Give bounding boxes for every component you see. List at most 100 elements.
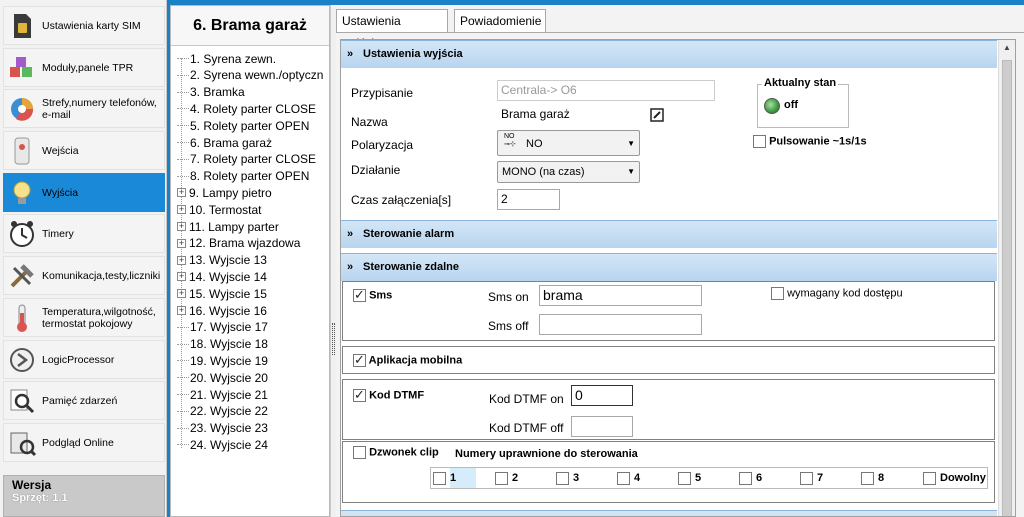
dtmf-on-label: Kod DTMF on (489, 392, 564, 406)
access-code-checkbox-box[interactable] (771, 287, 784, 300)
tree-item[interactable]: 24. Wyjscie 24 (177, 436, 268, 453)
tab-output-settings[interactable]: Ustawienia wyjścia (336, 9, 448, 50)
pulse-checkbox[interactable]: Pulsowanie ~1s/1s (753, 135, 867, 148)
mobile-app-checkbox-box[interactable] (353, 352, 366, 368)
dtmf-on-field[interactable]: 0 (571, 385, 633, 406)
tree-item[interactable]: +14. Wyjscie 14 (177, 268, 267, 285)
tree-item[interactable]: 17. Wyjscie 17 (177, 319, 268, 336)
clip-checkbox[interactable]: Dzwonek clip (353, 446, 439, 459)
on-time-field[interactable]: 2 (497, 189, 560, 210)
tree-item[interactable]: +9. Lampy pietro (177, 184, 272, 201)
authorized-number-8[interactable]: 8 (861, 468, 884, 488)
pulse-checkbox-box[interactable] (753, 135, 766, 148)
tree-item[interactable]: 21. Wyjscie 21 (177, 386, 268, 403)
authorized-number-6[interactable]: 6 (739, 468, 762, 488)
tree-item[interactable]: 8. Rolety parter OPEN (177, 168, 309, 185)
dtmf-checkbox[interactable]: Kod DTMF (353, 387, 424, 403)
tree-item[interactable]: 23. Wyjscie 23 (177, 420, 268, 437)
tree-item[interactable]: +10. Termostat (177, 201, 261, 218)
sidebar-item-communication[interactable]: Komunikacja,testy,liczniki (3, 256, 165, 295)
magnifier-icon (4, 383, 40, 419)
tree-item-label: 6. Brama garaż (190, 135, 273, 150)
authorized-number-7[interactable]: 7 (800, 468, 823, 488)
sms-checkbox-box[interactable] (353, 287, 366, 303)
tree-item[interactable]: +12. Brama wjazdowa (177, 235, 300, 252)
sidebar-item-temperature[interactable]: Temperatura,wilgotność, termostat pokojo… (3, 298, 165, 337)
tab-notification[interactable]: Powiadomienie (454, 9, 546, 33)
sidebar-item-modules[interactable]: Moduły,panele TPR (3, 48, 165, 87)
scrollbar-thumb[interactable] (1002, 60, 1012, 516)
current-state-title: Aktualny stan (762, 77, 839, 89)
tree-item[interactable]: +13. Wyjscie 13 (177, 252, 267, 269)
tree-item-label: 15. Wyjscie 15 (189, 286, 267, 301)
sidebar-item-logicprocessor[interactable]: LogicProcessor (3, 340, 165, 379)
authorized-number-1[interactable]: 1 (433, 468, 493, 488)
tools-icon (4, 258, 40, 294)
access-code-checkbox[interactable]: wymagany kod dostępu (771, 287, 903, 300)
expand-plus-icon[interactable]: + (177, 272, 186, 282)
sidebar-item-online-preview[interactable]: Podgląd Online (3, 423, 165, 462)
tree-item[interactable]: 7. Rolety parter CLOSE (177, 151, 316, 168)
sidebar-item-timers[interactable]: Timery (3, 214, 165, 253)
tree-item[interactable]: 20. Wyjscie 20 (177, 369, 268, 386)
section-header-next[interactable] (341, 510, 997, 516)
chevron-down-icon: ▼ (627, 139, 635, 148)
expand-plus-icon[interactable]: + (177, 238, 186, 248)
tree-item[interactable]: 6. Brama garaż (177, 134, 272, 151)
tree-item[interactable]: 22. Wyjscie 22 (177, 403, 268, 420)
dtmf-checkbox-box[interactable] (353, 387, 366, 403)
sidebar-item-inputs[interactable]: Wejścia (3, 131, 165, 170)
mobile-app-box: Aplikacja mobilna (342, 346, 995, 374)
tree-item[interactable]: +16. Wyjscie 16 (177, 302, 267, 319)
expand-plus-icon[interactable]: + (177, 306, 186, 315)
version-panel: Wersja Sprzęt: 1.1 (3, 475, 165, 517)
name-field[interactable]: Brama garaż (497, 104, 643, 125)
tree-item[interactable]: 2. Syrena wewn./optyczn (177, 67, 323, 84)
tree-item[interactable]: 18. Wyjscie 18 (177, 336, 268, 353)
expand-plus-icon[interactable]: + (177, 205, 186, 215)
sidebar-item-outputs[interactable]: Wyjścia (3, 173, 165, 212)
tree-item[interactable]: 3. Bramka (177, 84, 245, 101)
splitter-grip[interactable] (332, 323, 335, 355)
authorized-number-5[interactable]: 5 (678, 468, 701, 488)
section-header-output-settings[interactable]: » Ustawienia wyjścia (341, 40, 997, 68)
authorized-number-4[interactable]: 4 (617, 468, 640, 488)
sms-off-field[interactable] (539, 314, 702, 335)
section-header-remote-control[interactable]: » Sterowanie zdalne (341, 253, 997, 281)
tree-item[interactable]: 19. Wyjscie 19 (177, 352, 268, 369)
scroll-up-icon[interactable]: ▲ (1001, 42, 1013, 54)
tree-item-label: 10. Termostat (189, 202, 262, 217)
dtmf-off-field[interactable] (571, 416, 633, 437)
expand-plus-icon[interactable]: + (177, 289, 186, 299)
expand-plus-icon[interactable]: + (177, 255, 186, 265)
sms-checkbox[interactable]: Sms (353, 287, 392, 303)
mobile-app-checkbox[interactable]: Aplikacja mobilna (353, 352, 462, 368)
tree-item-label: 13. Wyjscie 13 (189, 253, 267, 268)
section-header-alarm-control[interactable]: » Sterowanie alarm (341, 220, 997, 248)
expand-plus-icon[interactable]: + (177, 188, 186, 198)
tree-item[interactable]: 4. Rolety parter CLOSE (177, 100, 316, 117)
sidebar-item-sim-card[interactable]: Ustawienia karty SIM (3, 6, 165, 45)
edit-icon[interactable] (650, 108, 664, 125)
content-scrollbar[interactable]: ▲ (998, 40, 1015, 516)
tree-item[interactable]: +11. Lampy parter (177, 218, 279, 235)
authorized-number-3[interactable]: 3 (556, 468, 579, 488)
authorized-number-any[interactable]: Dowolny (923, 468, 986, 488)
tree-item[interactable]: 1. Syrena zewn. (177, 50, 276, 67)
sim-card-icon (4, 8, 40, 44)
sms-on-field[interactable]: brama (539, 285, 702, 306)
sidebar-item-zones[interactable]: Strefy,numery telefonów, e-mail (3, 89, 165, 128)
tree-title: 6. Brama garaż (171, 6, 329, 46)
tree-item[interactable]: +15. Wyjscie 15 (177, 285, 267, 302)
tree-connector (177, 377, 189, 379)
tree-item[interactable]: 5. Rolety parter OPEN (177, 117, 309, 134)
sidebar-item-event-memory[interactable]: Pamięć zdarzeń (3, 381, 165, 420)
main-panel: Ustawienia wyjścia Powiadomienie »Ustawi… (336, 5, 1024, 517)
action-select[interactable]: MONO (na czas) ▼ (497, 161, 640, 183)
expand-plus-icon[interactable]: + (177, 222, 186, 231)
tree-item-label: 24. Wyjscie 24 (190, 437, 268, 452)
action-label: Działanie (351, 163, 401, 177)
polarity-select[interactable]: NO ⊸⊹ NO ▼ (497, 130, 640, 156)
clip-checkbox-box[interactable] (353, 446, 366, 459)
authorized-number-2[interactable]: 2 (495, 468, 518, 488)
